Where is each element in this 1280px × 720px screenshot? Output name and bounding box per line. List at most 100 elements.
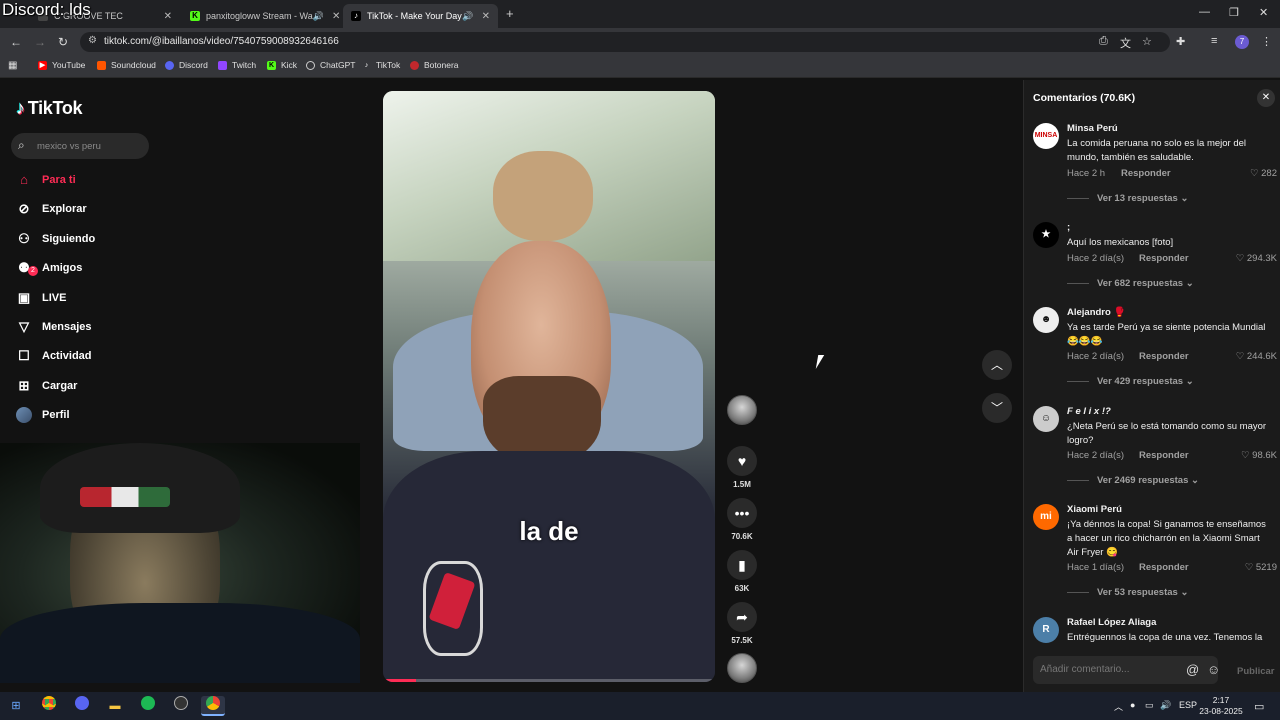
comment-likes[interactable]: ♡ 294.3K <box>1236 253 1277 264</box>
audio-icon[interactable]: 🔊 <box>313 11 324 22</box>
menu-icon[interactable]: ⋮ <box>1261 35 1272 48</box>
next-video-button[interactable]: ﹀ <box>982 393 1012 423</box>
creator-avatar[interactable] <box>727 395 757 425</box>
video-progress-bar[interactable] <box>383 679 715 682</box>
comment-user[interactable]: Rafael López Aliaga <box>1067 617 1156 628</box>
comment-likes[interactable]: ♡ 282 <box>1250 168 1277 179</box>
avatar[interactable]: R <box>1033 617 1059 643</box>
emoji-icon[interactable]: ☺ <box>1207 662 1220 677</box>
comment-input[interactable]: Añadir comentario... @ ☺ <box>1033 656 1220 684</box>
post-button[interactable]: Publicar <box>1237 666 1275 677</box>
install-icon[interactable]: ⎙ <box>1099 35 1108 48</box>
xiaomi-avatar[interactable]: mi <box>1033 504 1059 530</box>
back-icon[interactable]: ← <box>10 35 22 49</box>
close-comments-button[interactable]: ✕ <box>1257 89 1275 107</box>
comment-user[interactable]: Xiaomi Perú <box>1067 504 1122 515</box>
comment-user[interactable]: Minsa Perú <box>1067 123 1118 134</box>
obs-icon[interactable] <box>169 696 193 716</box>
bookmark-discord[interactable]: Discord <box>165 60 208 70</box>
view-replies-button[interactable]: Ver 13 respuestas ⌄ <box>1067 193 1188 204</box>
tray-chevron-icon[interactable]: ︿ <box>1114 700 1123 713</box>
comment-user[interactable]: Alejandro 🥊 <box>1067 307 1125 318</box>
reload-icon[interactable]: ↻ <box>58 35 68 49</box>
reply-button[interactable]: Responder <box>1121 168 1171 179</box>
nav-item-cargar[interactable]: ⊞ Cargar <box>16 378 78 394</box>
close-tab-icon[interactable]: ✕ <box>332 11 340 22</box>
apps-grid-icon[interactable]: ▦ <box>8 60 17 71</box>
bookmark-kick[interactable]: K Kick <box>267 60 297 70</box>
language-indicator[interactable]: ESP <box>1179 700 1197 710</box>
view-replies-button[interactable]: Ver 429 respuestas ⌄ <box>1067 376 1194 387</box>
reply-button[interactable]: Responder <box>1139 253 1189 264</box>
tab-stream[interactable]: K panxitogloww Stream - Wa 🔊 ✕ <box>182 4 340 28</box>
file-explorer-icon[interactable]: ▬ <box>103 696 127 716</box>
clock[interactable]: 2:17 23-08-2025 <box>1198 695 1244 717</box>
url-field[interactable]: ⚙ tiktok.com/@ibaillanos/video/754075900… <box>80 32 1170 52</box>
close-window-icon[interactable]: ✕ <box>1259 6 1268 19</box>
close-tab-icon[interactable]: ✕ <box>164 11 172 22</box>
bookmark-soundcloud[interactable]: Soundcloud <box>97 60 156 70</box>
nav-item-explorar[interactable]: ⊘ Explorar <box>16 201 87 217</box>
new-tab-icon[interactable]: + <box>506 6 514 21</box>
bookmark-twitch[interactable]: Twitch <box>218 60 256 70</box>
restore-icon[interactable]: ❐ <box>1229 6 1239 19</box>
comment-likes[interactable]: ♡ 5219 <box>1245 562 1277 573</box>
previous-video-button[interactable]: ︿ <box>982 350 1012 380</box>
view-replies-button[interactable]: Ver 2469 respuestas ⌄ <box>1067 475 1199 486</box>
site-info-icon[interactable]: ⚙ <box>88 35 97 46</box>
like-button[interactable]: ♥ 1.5M <box>726 446 758 489</box>
forward-icon[interactable]: → <box>34 35 46 49</box>
tab-tiktok[interactable]: ♪ TikTok - Make Your Day 🔊 ✕ <box>343 4 498 28</box>
microphone-icon[interactable]: ● <box>1130 700 1135 710</box>
avatar[interactable]: ☻ <box>1033 307 1059 333</box>
avatar[interactable]: ★ <box>1033 222 1059 248</box>
bookmark-youtube[interactable]: ▶ YouTube <box>38 60 85 70</box>
bookmark-botonera[interactable]: Botonera <box>410 60 459 70</box>
nav-item-mensajes[interactable]: ▽ Mensajes <box>16 319 92 335</box>
close-tab-icon[interactable]: ✕ <box>482 11 490 22</box>
audio-icon[interactable]: 🔊 <box>462 11 473 22</box>
comment-user[interactable]: ; <box>1067 222 1070 233</box>
reply-button[interactable]: Responder <box>1139 450 1189 461</box>
chrome-active-icon[interactable] <box>201 696 225 716</box>
bookmark-tiktok[interactable]: ♪ TikTok <box>362 60 401 70</box>
reply-button[interactable]: Responder <box>1139 351 1189 362</box>
bookmark-chatgpt[interactable]: ChatGPT <box>306 60 355 70</box>
mention-icon[interactable]: @ <box>1186 662 1199 677</box>
nav-item-perfil[interactable]: Perfil <box>16 407 70 423</box>
comment-button[interactable]: ••• 70.6K <box>726 498 758 541</box>
nav-item-siguiendo[interactable]: ⚇ Siguiendo <box>16 231 95 247</box>
profile-avatar[interactable]: 7 <box>1235 35 1249 49</box>
spotify-icon[interactable] <box>136 696 160 716</box>
bookmark-star-icon[interactable]: ☆ <box>1142 35 1152 48</box>
share-button[interactable]: ➦ 57.5K <box>726 602 758 645</box>
search-input[interactable]: ⌕ mexico vs peru <box>11 133 149 159</box>
video-player[interactable]: la de <box>383 91 715 682</box>
notifications-icon[interactable]: ▭ <box>1254 700 1264 713</box>
translate-icon[interactable]: 文 <box>1120 35 1131 51</box>
view-replies-button[interactable]: Ver 53 respuestas ⌄ <box>1067 587 1188 598</box>
avatar[interactable]: ☺ <box>1033 406 1059 432</box>
discord-icon[interactable] <box>70 696 94 716</box>
search-placeholder: mexico vs peru <box>37 141 101 152</box>
tiktok-logo[interactable]: ♪ TikTok <box>16 98 83 119</box>
sound-avatar[interactable] <box>727 653 757 683</box>
media-controls-icon[interactable]: ≡ <box>1211 35 1217 47</box>
comment-likes[interactable]: ♡ 244.6K <box>1236 351 1277 362</box>
nav-item-para-ti[interactable]: ⌂ Para ti <box>16 172 76 188</box>
view-replies-button[interactable]: Ver 682 respuestas ⌄ <box>1067 278 1194 289</box>
comment-likes[interactable]: ♡ 98.6K <box>1241 450 1277 461</box>
windows-start-icon[interactable]: ⊞ <box>4 696 28 716</box>
save-button[interactable]: ▮ 63K <box>726 550 758 593</box>
comment-user[interactable]: F e l i x !? <box>1067 406 1111 417</box>
avatar[interactable]: MINSA <box>1033 123 1059 149</box>
chrome-icon[interactable] <box>37 696 61 716</box>
reply-button[interactable]: Responder <box>1139 562 1189 573</box>
nav-item-live[interactable]: ▣ LIVE <box>16 290 67 306</box>
nav-item-actividad[interactable]: ☐ Actividad <box>16 348 91 364</box>
extensions-icon[interactable]: ✚ <box>1176 35 1185 48</box>
nav-item-amigos[interactable]: ⚉ Amigos <box>16 260 82 276</box>
volume-icon[interactable]: 🔊 <box>1160 700 1171 711</box>
battery-icon[interactable]: ▭ <box>1145 700 1154 711</box>
minimize-icon[interactable]: — <box>1199 6 1210 18</box>
